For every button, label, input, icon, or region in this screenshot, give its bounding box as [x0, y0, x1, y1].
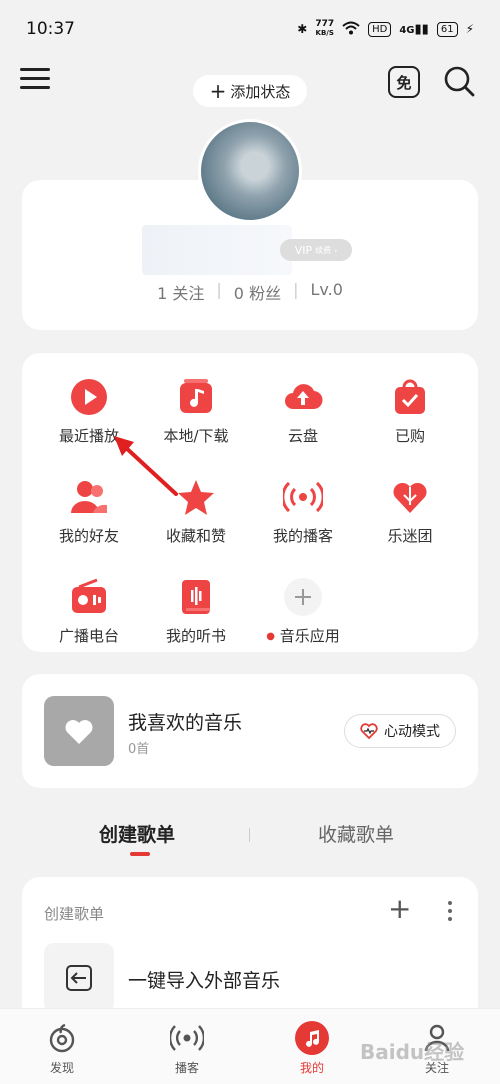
tab-indicator [130, 852, 150, 856]
following-count[interactable]: 1 关注 [157, 280, 204, 304]
level[interactable]: Lv.0 [310, 280, 342, 304]
heart-icon [65, 720, 93, 744]
watermark: Baidu经验 [360, 1040, 465, 1064]
shopping-bag-icon [390, 377, 430, 417]
search-icon[interactable] [442, 64, 476, 98]
network-speed: 777 KB/S [315, 19, 335, 38]
grid-item-my-podcast[interactable]: 我的播客 [248, 477, 358, 546]
grid-item-cloud[interactable]: 云盘 [248, 377, 358, 446]
radio-icon [69, 577, 109, 617]
annotation-arrow [114, 436, 178, 496]
friends-icon [69, 477, 109, 517]
avatar[interactable] [201, 122, 299, 220]
section-header: 创建歌单 [44, 905, 105, 923]
signal-icon: 4G▮▮ [399, 21, 429, 37]
vip-badge[interactable]: VIP 续费 › [280, 239, 352, 261]
discover-icon [45, 1021, 79, 1055]
heartbeat-icon [360, 723, 378, 739]
status-time: 10:37 [26, 19, 75, 39]
add-status-button[interactable]: + 添加状态 [193, 75, 307, 107]
menu-icon[interactable] [20, 68, 50, 94]
tab-created-playlists[interactable]: 创建歌单 [99, 820, 175, 847]
music-note-icon [176, 377, 216, 417]
playlist-tabs: 创建歌单 收藏歌单 [0, 812, 500, 862]
grid-item-music-apps[interactable]: ● 音乐应用 [248, 577, 358, 646]
battery-icon: 61 [436, 21, 458, 37]
music-note-icon [295, 1021, 329, 1055]
hd-badge: HD [368, 21, 392, 37]
status-bar: 10:37 ✱ 777 KB/S HD 4G▮▮ 61 ⚡ [0, 0, 500, 58]
add-icon [283, 577, 323, 617]
notification-dot: ● [266, 631, 275, 642]
liked-music-title: 我喜欢的音乐 [128, 712, 243, 734]
grid-item-purchased[interactable]: 已购 [355, 377, 465, 446]
add-playlist-icon[interactable]: + [388, 895, 411, 923]
tab-divider [249, 828, 250, 842]
nav-podcast[interactable]: 播客 [152, 1021, 222, 1076]
nav-discover[interactable]: 发现 [27, 1021, 97, 1076]
liked-music-count: 0首 [128, 742, 150, 757]
chevron-right-icon: › [334, 245, 338, 255]
wifi-icon [342, 21, 360, 38]
liked-music-cover [44, 696, 114, 766]
import-external-music[interactable]: 一键导入外部音乐 [128, 966, 280, 993]
import-icon[interactable] [44, 943, 114, 1013]
charging-icon: ⚡ [465, 22, 474, 36]
heartbeat-mode-button[interactable]: 心动模式 [344, 714, 456, 748]
feature-grid: 最近播放 本地/下载 云盘 已购 我的好友 收藏和赞 我的播客 乐迷团 广播电台… [22, 353, 478, 652]
cloud-upload-icon [283, 377, 323, 417]
bluetooth-icon: ✱ [297, 22, 308, 36]
grid-item-radio[interactable]: 广播电台 [34, 577, 144, 646]
plus-icon: + [209, 79, 227, 103]
nav-mine[interactable]: 我的 [277, 1021, 347, 1076]
profile-stats: 1 关注 | 0 粉丝 | Lv.0 [157, 280, 343, 304]
fan-club-heart-icon [390, 477, 430, 517]
liked-music-card[interactable]: 我喜欢的音乐 0首 心动模式 [22, 674, 478, 788]
status-icons: ✱ 777 KB/S HD 4G▮▮ 61 ⚡ [297, 20, 474, 38]
username[interactable] [142, 225, 292, 275]
top-bar: + 添加状态 免 [0, 58, 500, 108]
grid-item-fan-club[interactable]: 乐迷团 [355, 477, 465, 546]
podcast-icon [168, 1021, 206, 1055]
more-options-icon[interactable] [440, 899, 460, 923]
grid-item-audiobook[interactable]: 我的听书 [141, 577, 251, 646]
fans-count[interactable]: 0 粉丝 [234, 280, 281, 304]
play-circle-icon [69, 377, 109, 417]
audiobook-icon [176, 577, 216, 617]
free-mode-button[interactable]: 免 [388, 66, 420, 98]
tab-collected-playlists[interactable]: 收藏歌单 [318, 820, 394, 847]
podcast-icon [281, 477, 325, 517]
